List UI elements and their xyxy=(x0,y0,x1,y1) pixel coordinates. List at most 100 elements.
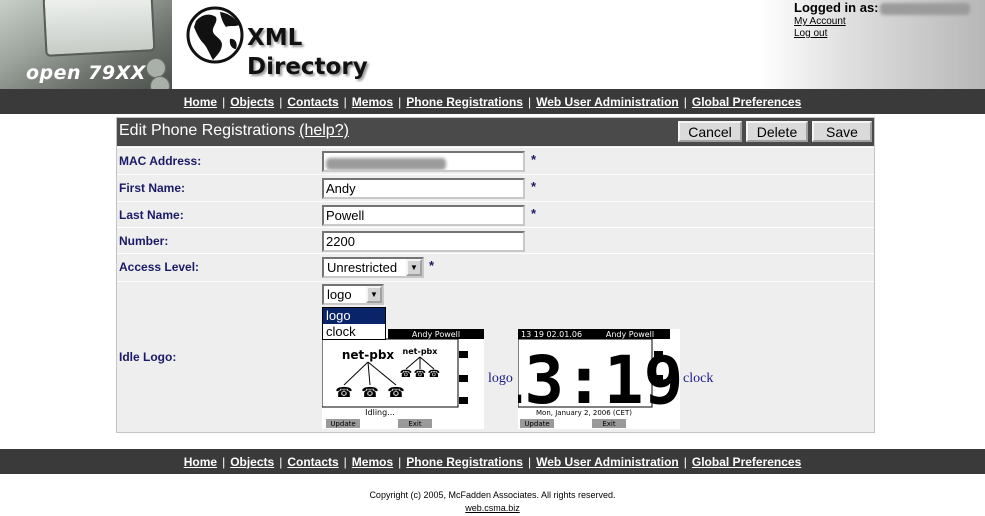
nav-separator: | xyxy=(527,94,532,109)
nav-objects-link[interactable]: Objects xyxy=(230,95,274,109)
nav-phone-registrations-link[interactable]: Phone Registrations xyxy=(406,95,523,109)
phone-key-graphic xyxy=(146,58,166,78)
access-level-value: Unrestricted xyxy=(327,260,398,275)
idle-logo-value: logo xyxy=(327,287,352,302)
preview-user-name: Andy Powell xyxy=(412,330,460,339)
help-link[interactable]: (help?) xyxy=(299,122,349,139)
cancel-button[interactable]: Cancel xyxy=(678,121,742,142)
login-area: Logged in as: My Account Log out xyxy=(760,0,985,89)
log-out-link[interactable]: Log out xyxy=(794,28,827,39)
edit-phone-registrations-panel: Edit Phone Registrations (help?) Cancel D… xyxy=(116,117,875,433)
last-name-field[interactable]: Powell xyxy=(322,205,525,226)
access-level-select[interactable]: Unrestricted ▼ xyxy=(322,257,424,278)
form-row-mac-address: MAC Address: * xyxy=(117,147,874,174)
form-row-first-name: First Name: Andy * xyxy=(117,174,874,201)
required-marker: * xyxy=(531,152,537,167)
header: open 79XX XML Directory Logged in as: My… xyxy=(0,0,985,89)
required-marker: * xyxy=(429,258,435,273)
logo-preview-image: Andy Powell net-pbx net-pbx ☎ ☎ ☎ ☎ ☎ ☎ … xyxy=(322,329,484,429)
nav-separator: | xyxy=(527,454,532,469)
globe-icon xyxy=(186,6,244,64)
nav-web-user-administration-link[interactable]: Web User Administration xyxy=(536,455,679,469)
preview-softkey-update: Update xyxy=(330,420,355,428)
number-field[interactable]: 2200 xyxy=(322,231,525,252)
clock-preview-image: 13 19 02.01.06 Andy Powell 13:19 Mon, Ja… xyxy=(518,329,680,429)
redacted-mac-value xyxy=(326,157,446,170)
delete-button[interactable]: Delete xyxy=(746,121,808,142)
nav-global-preferences-link[interactable]: Global Preferences xyxy=(692,95,801,109)
telephone-icon: ☎ xyxy=(361,384,378,400)
nav-separator: | xyxy=(398,454,402,469)
nav-separator: | xyxy=(222,454,226,469)
preview-header-time: 13 19 02.01.06 xyxy=(521,330,582,339)
idle-logo-label: Idle Logo: xyxy=(119,350,177,364)
nav-contacts-link[interactable]: Contacts xyxy=(287,455,338,469)
nav-phone-registrations-link[interactable]: Phone Registrations xyxy=(406,455,523,469)
nav-separator: | xyxy=(683,94,687,109)
net-pbx-small-text: net-pbx xyxy=(403,347,439,356)
clock-preview-caption[interactable]: clock xyxy=(683,371,713,387)
nav-separator: | xyxy=(222,94,226,109)
net-pbx-logo-text: net-pbx xyxy=(342,348,395,362)
nav-separator: | xyxy=(279,94,283,109)
mac-address-label: MAC Address: xyxy=(119,154,202,168)
nav-home-link[interactable]: Home xyxy=(184,455,217,469)
nav-separator: | xyxy=(398,94,402,109)
nav-web-user-administration-link[interactable]: Web User Administration xyxy=(536,95,679,109)
mac-address-field[interactable] xyxy=(322,151,525,172)
save-button[interactable]: Save xyxy=(812,121,872,142)
form-row-last-name: Last Name: Powell * xyxy=(117,201,874,227)
panel-title: Edit Phone Registrations (help?) xyxy=(119,122,349,140)
preview-softkey-update: Update xyxy=(524,420,549,428)
my-account-link[interactable]: My Account xyxy=(794,16,846,27)
idle-logo-dropdown-list: logo clock xyxy=(322,307,386,340)
idle-logo-option-logo[interactable]: logo xyxy=(323,308,385,324)
telephone-icon: ☎ xyxy=(387,384,404,400)
nav-home-link[interactable]: Home xyxy=(184,95,217,109)
required-marker: * xyxy=(531,179,537,194)
form-row-idle-logo: Idle Logo: logo ▼ logo clock Andy Powell… xyxy=(117,281,874,433)
dropdown-arrow-icon[interactable]: ▼ xyxy=(406,259,422,276)
number-label: Number: xyxy=(119,234,169,248)
telephone-icon: ☎ xyxy=(335,384,352,400)
telephone-icon: ☎ xyxy=(428,369,440,380)
first-name-field[interactable]: Andy xyxy=(322,178,525,199)
logo-title-line2: Directory xyxy=(247,54,368,80)
preview-date-text: Mon, January 2, 2006 (CET) xyxy=(536,409,632,417)
top-navigation-bar: Home | Objects | Contacts | Memos | Phon… xyxy=(0,89,985,114)
idle-logo-option-clock[interactable]: clock xyxy=(323,324,385,340)
phone-banner-image: open 79XX xyxy=(0,0,172,89)
nav-objects-link[interactable]: Objects xyxy=(230,455,274,469)
logo-preview-caption[interactable]: logo xyxy=(488,371,513,387)
nav-separator: | xyxy=(343,454,347,469)
preview-softkey-exit: Exit xyxy=(408,420,422,428)
logo-title-line1: XML xyxy=(247,25,303,51)
phone-key-graphic xyxy=(150,76,170,89)
dropdown-arrow-icon[interactable]: ▼ xyxy=(366,286,382,303)
nav-memos-link[interactable]: Memos xyxy=(352,95,393,109)
preview-softkey-exit: Exit xyxy=(602,420,616,428)
phone-model-text: open 79XX xyxy=(26,62,146,84)
nav-contacts-link[interactable]: Contacts xyxy=(287,95,338,109)
nav-separator: | xyxy=(683,454,687,469)
logged-in-label: Logged in as: xyxy=(794,0,879,15)
telephone-icon: ☎ xyxy=(400,369,412,380)
copyright-text: Copyright (c) 2005, McFadden Associates.… xyxy=(369,490,616,500)
panel-header: Edit Phone Registrations (help?) Cancel D… xyxy=(117,118,874,146)
nav-memos-link[interactable]: Memos xyxy=(352,455,393,469)
phone-screen-graphic xyxy=(42,0,156,57)
telephone-icon: ☎ xyxy=(414,369,426,380)
nav-separator: | xyxy=(279,454,283,469)
bottom-navigation-bar: Home | Objects | Contacts | Memos | Phon… xyxy=(0,449,985,474)
nav-global-preferences-link[interactable]: Global Preferences xyxy=(692,455,801,469)
preview-user-name: Andy Powell xyxy=(606,330,654,339)
preview-status-text: Idling... xyxy=(365,408,395,417)
idle-logo-select[interactable]: logo ▼ xyxy=(322,284,384,305)
required-marker: * xyxy=(531,206,537,221)
access-level-label: Access Level: xyxy=(119,260,200,274)
footer-website-link[interactable]: web.csma.biz xyxy=(0,503,985,513)
first-name-label: First Name: xyxy=(119,181,186,195)
panel-title-text: Edit Phone Registrations xyxy=(119,122,296,139)
nav-separator: | xyxy=(343,94,347,109)
last-name-label: Last Name: xyxy=(119,208,184,222)
